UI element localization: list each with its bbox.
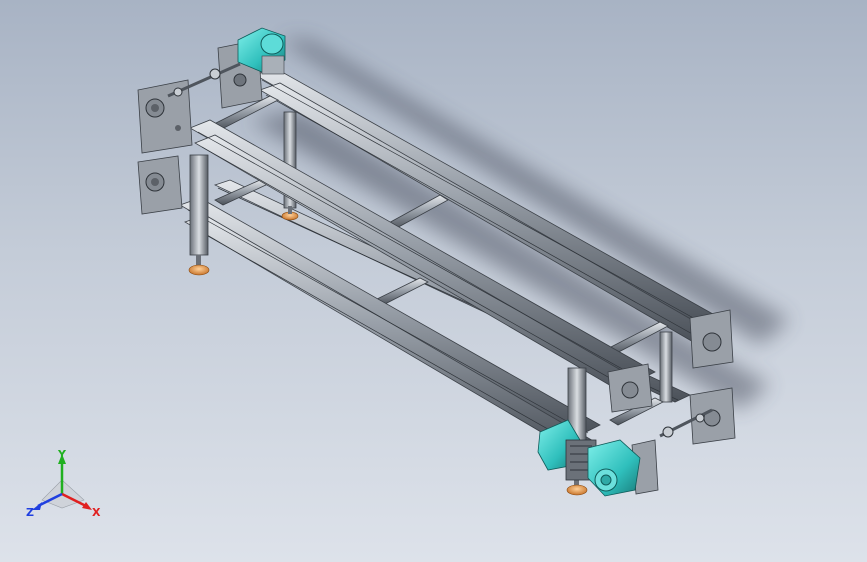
- z-axis-label: Z: [26, 506, 34, 519]
- cad-viewport[interactable]: Y X Z: [0, 0, 867, 562]
- x-axis-label: X: [92, 506, 101, 519]
- motor-bottom: [537, 419, 641, 497]
- end-plate-top-right: [689, 309, 734, 369]
- back-right-leg: [659, 331, 673, 403]
- y-axis-label: Y: [57, 448, 67, 461]
- end-plate-low-left: [137, 155, 183, 215]
- end-plate-mid-left: [137, 79, 193, 154]
- front-left-leg: [188, 154, 210, 276]
- conveyor-model[interactable]: [0, 0, 867, 562]
- end-plate-mid-right: [607, 363, 653, 413]
- coordinate-triad: Y X Z: [26, 448, 101, 519]
